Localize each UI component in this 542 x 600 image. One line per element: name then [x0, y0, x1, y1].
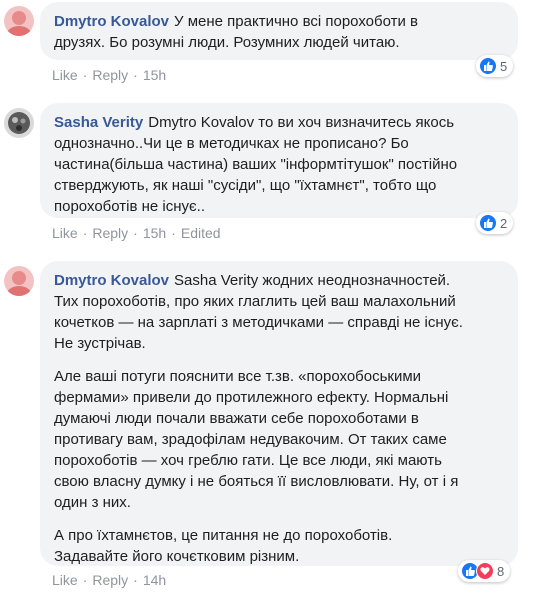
reaction-summary[interactable]: 2: [476, 212, 514, 234]
comment-author[interactable]: Sasha Verity: [54, 114, 143, 131]
timestamp[interactable]: 15h: [143, 67, 166, 83]
separator: ·: [133, 225, 138, 241]
love-icon: [476, 562, 494, 580]
reaction-summary[interactable]: 8: [458, 560, 511, 582]
comment-actions: Like · Reply · 15h · Edited: [52, 225, 221, 241]
comment-author[interactable]: Dmytro Kovalov: [54, 13, 169, 30]
comment-paragraph-2: Але ваші потуги пояснити все т.зв. «поро…: [54, 368, 459, 511]
reaction-count: 5: [500, 58, 508, 74]
comment-paragraph-3: А про їхтамнєтов, це питання не до порох…: [54, 527, 393, 565]
like-button[interactable]: Like: [52, 67, 78, 83]
avatar-image: [4, 266, 34, 296]
like-button[interactable]: Like: [52, 225, 78, 241]
comment-actions: Like · Reply · 14h: [52, 572, 166, 588]
like-button[interactable]: Like: [52, 572, 78, 588]
avatar-image: [4, 108, 34, 138]
like-icon: [479, 214, 497, 232]
reply-button[interactable]: Reply: [92, 67, 128, 83]
reaction-summary[interactable]: 5: [476, 55, 514, 77]
avatar[interactable]: [4, 266, 34, 296]
reply-button[interactable]: Reply: [92, 572, 128, 588]
timestamp[interactable]: 15h: [143, 225, 166, 241]
separator: ·: [82, 225, 88, 241]
separator: ·: [133, 572, 138, 588]
edited-label[interactable]: Edited: [181, 225, 221, 241]
comment-paragraph-1: Dmytro Kovalov Sasha Verity жодних неодно…: [54, 270, 504, 354]
comment-bubble: Sasha Verity Dmytro Kovalov то ви хоч виз…: [40, 103, 518, 218]
comment-actions: Like · Reply · 15h: [52, 67, 166, 83]
avatar[interactable]: [4, 6, 34, 36]
avatar[interactable]: [4, 108, 34, 138]
avatar-image: [4, 6, 34, 36]
separator: ·: [82, 572, 88, 588]
separator: ·: [171, 225, 176, 241]
separator: ·: [133, 67, 138, 83]
comment-bubble: Dmytro Kovalov Sasha Verity жодних неодно…: [40, 261, 518, 566]
reaction-count: 2: [500, 215, 508, 231]
timestamp[interactable]: 14h: [143, 572, 166, 588]
comment-bubble: Dmytro Kovalov У мене практично всі порох…: [40, 2, 518, 60]
comment-author[interactable]: Dmytro Kovalov: [54, 272, 169, 289]
reply-button[interactable]: Reply: [92, 225, 128, 241]
like-icon: [479, 57, 497, 75]
reaction-count: 8: [497, 563, 505, 579]
separator: ·: [82, 67, 88, 83]
